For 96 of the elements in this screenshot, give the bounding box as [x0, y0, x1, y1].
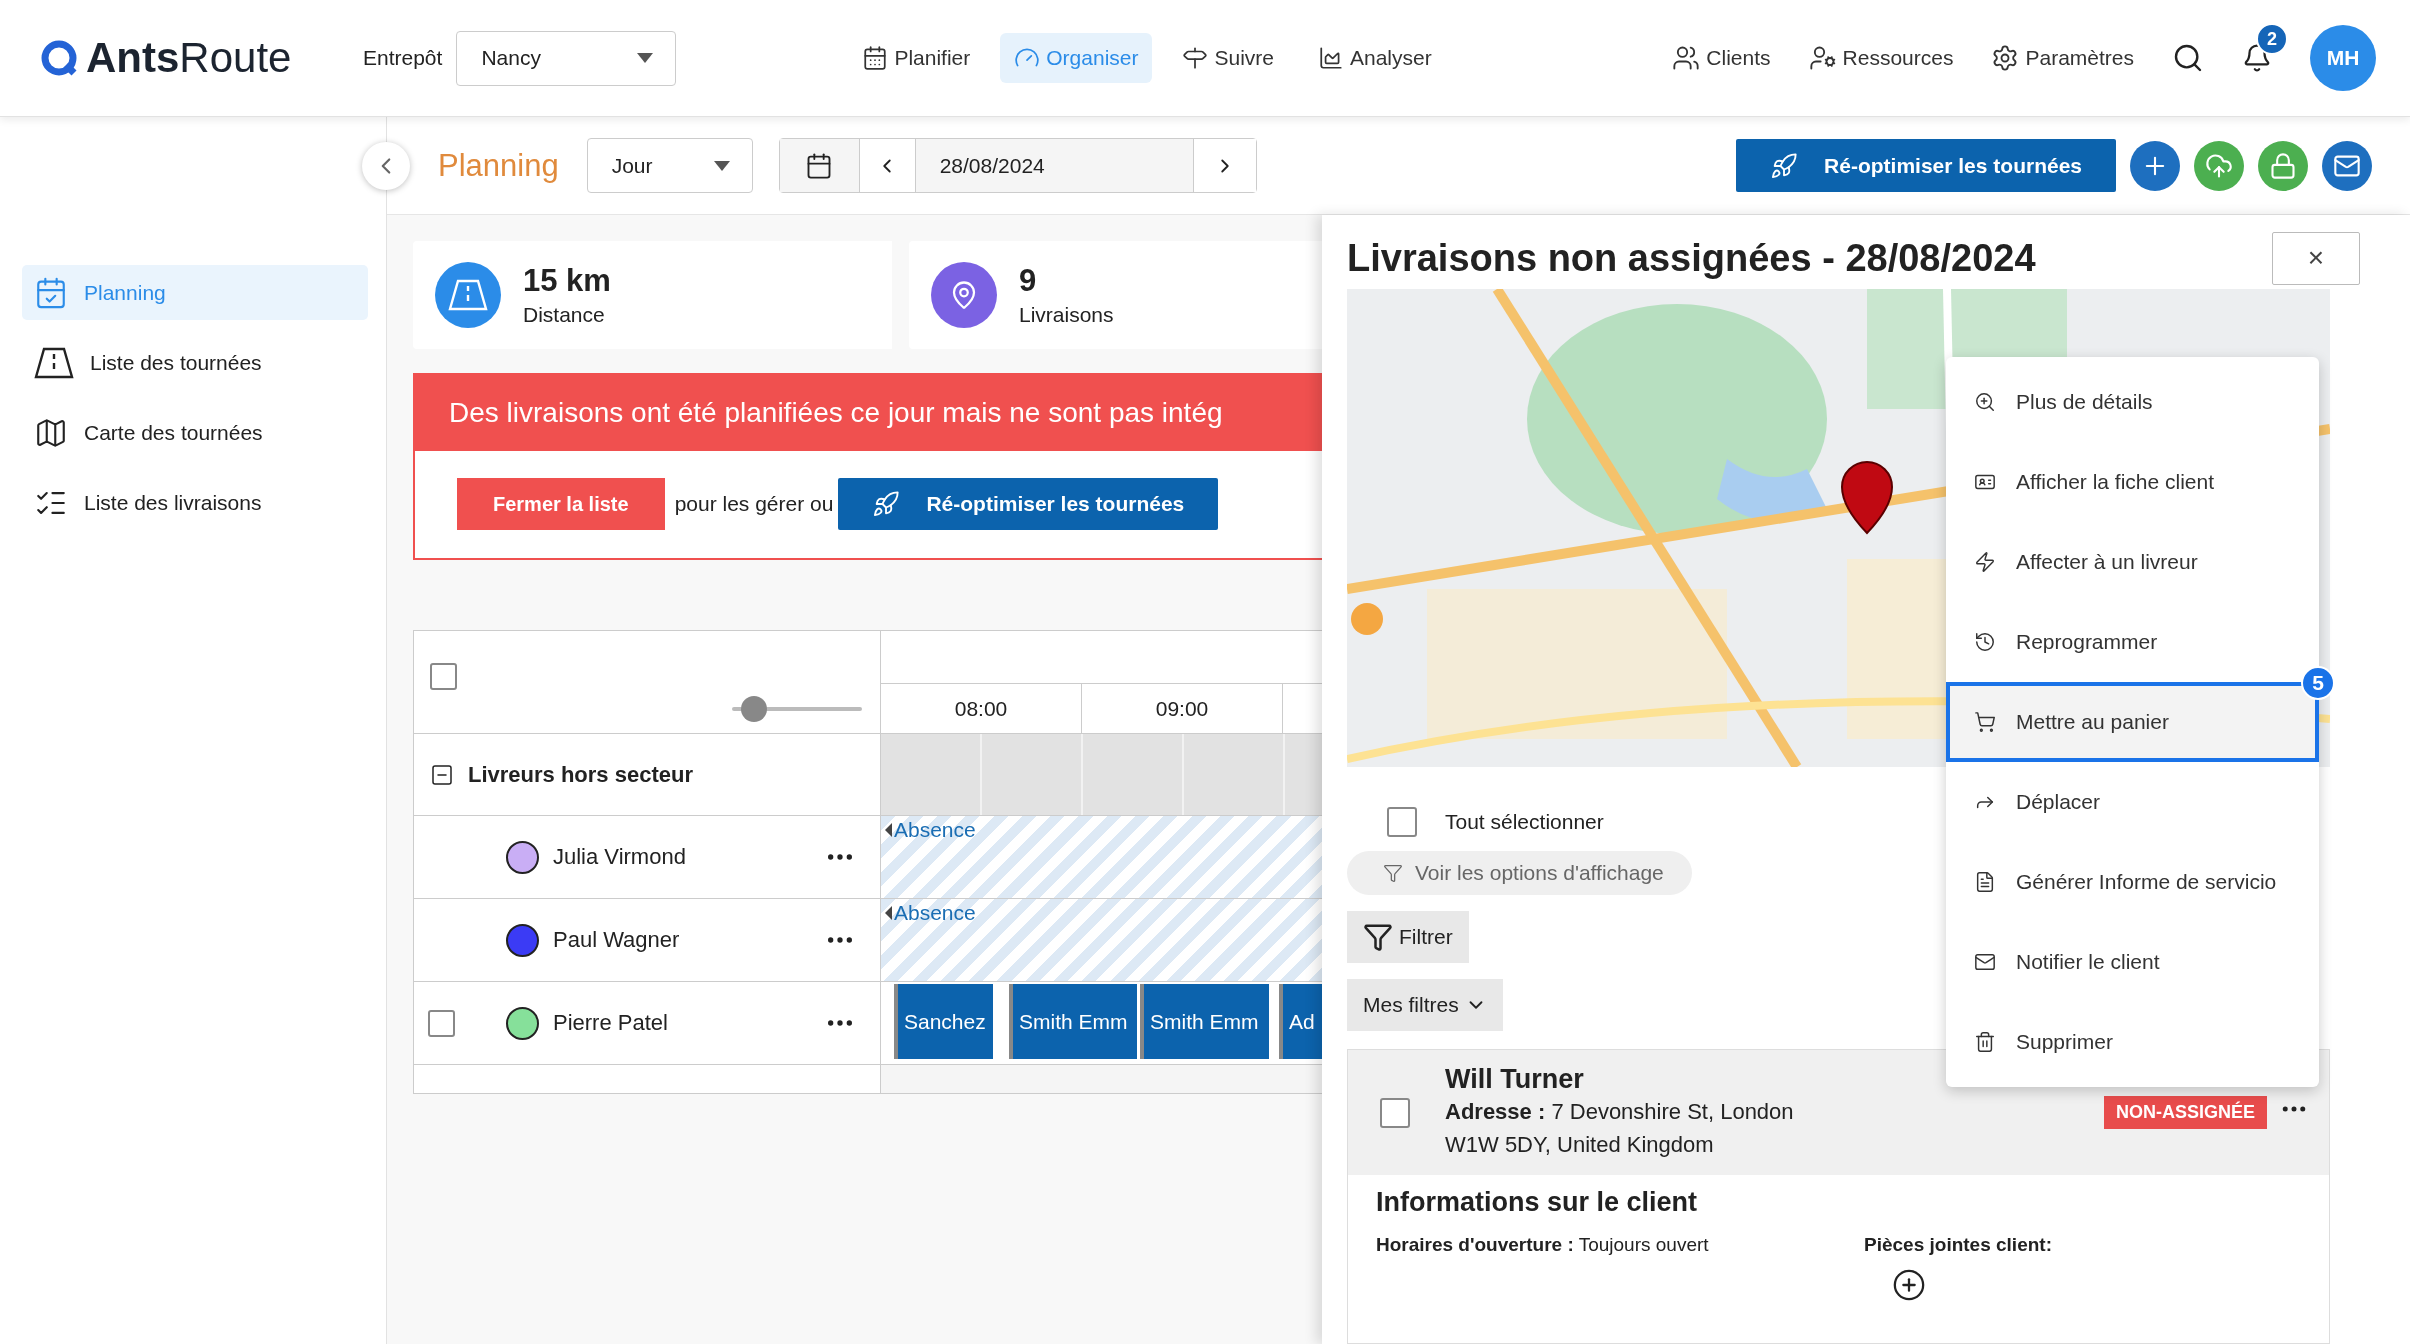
delivery-block[interactable]: Ad [1279, 984, 1322, 1059]
sidebar-item[interactable]: Liste des tournées [22, 335, 368, 390]
stat-label: Distance [523, 303, 606, 327]
trash-icon [1974, 1031, 1996, 1053]
sidebar-item[interactable]: Carte des tournées [22, 405, 368, 460]
notification-badge: 2 [2256, 23, 2288, 55]
nav-link[interactable]: Clients [1672, 44, 1771, 72]
cart-icon [1974, 711, 1996, 733]
cloud-upload-icon [2205, 151, 2233, 180]
client-name: Will Turner [1445, 1064, 1585, 1095]
reoptimize-button[interactable]: Ré-optimiser les tournées [838, 478, 1219, 530]
filter-button[interactable]: Filtrer [1347, 911, 1469, 963]
triangle-icon [885, 823, 892, 837]
section-title: Informations sur le client [1376, 1187, 1699, 1218]
stat-value: 9 [1019, 263, 1038, 299]
calendar-button[interactable] [779, 139, 860, 192]
nav-tab[interactable]: Suivre [1168, 33, 1288, 83]
date-field[interactable]: 28/08/2024 [915, 139, 1194, 192]
checkbox[interactable] [428, 1009, 455, 1037]
dropdown-icon [637, 53, 654, 63]
rocket-icon [872, 490, 901, 518]
select-all-label: Tout sélectionner [1445, 810, 1604, 834]
alert-text: pour les gérer ou [674, 492, 834, 516]
checkbox[interactable] [1380, 1097, 1410, 1128]
calendar-icon [862, 45, 889, 71]
filter-icon [1363, 922, 1393, 952]
my-filters-button[interactable]: Mes filtres [1347, 979, 1503, 1031]
document-icon [1974, 871, 1996, 893]
opening-hours-text: Horaires d'ouverture : Toujours ouvert [1376, 1234, 1710, 1257]
add-button[interactable] [2130, 140, 2180, 191]
triangle-icon [885, 906, 892, 920]
search-icon[interactable] [2172, 42, 2204, 74]
checkbox[interactable] [430, 663, 457, 690]
road-icon [34, 345, 74, 380]
user-gear-icon [1808, 44, 1837, 72]
menu-item[interactable]: Notifier le client [1946, 922, 2319, 1002]
lock-button[interactable] [2258, 140, 2308, 191]
stat-label: Livraisons [1019, 303, 1114, 327]
slider-thumb[interactable] [741, 696, 768, 722]
close-list-button[interactable]: Fermer la liste [457, 478, 665, 530]
upload-button[interactable] [2194, 140, 2244, 191]
logo-text: AntsRoute [86, 34, 292, 82]
delivery-block[interactable]: Smith Emm [1140, 984, 1269, 1059]
nav-tab[interactable]: Analyser [1304, 33, 1446, 83]
dropdown-icon [713, 160, 730, 171]
menu-item[interactable]: Afficher la fiche client [1946, 442, 2319, 522]
delivery-block[interactable]: Smith Emm [1009, 984, 1137, 1059]
checkbox[interactable] [1387, 807, 1417, 837]
rocket-icon [1770, 151, 1799, 180]
menu-item[interactable]: Plus de détails [1946, 362, 2319, 442]
hour-header: 09:00 [1082, 683, 1283, 733]
stat-value: 15 km [523, 263, 611, 299]
nav-link[interactable]: Ressources [1808, 44, 1954, 72]
driver-name: Paul Wagner [553, 927, 680, 953]
nav-tab[interactable]: Planifier [848, 33, 985, 83]
hour-header: 08:00 [881, 683, 1082, 733]
menu-item[interactable]: Supprimer [1946, 1002, 2319, 1082]
menu-item[interactable]: Déplacer [1946, 762, 2319, 842]
panel-title: Livraisons non assignées - 28/08/2024 [1347, 236, 2036, 280]
signpost-icon [1182, 45, 1209, 71]
calendar-check-icon [34, 275, 68, 310]
menu-item[interactable]: Générer Informe de servicio [1946, 842, 2319, 922]
view-select[interactable]: Jour [586, 138, 753, 193]
warehouse-label: Entrepôt [363, 46, 443, 70]
zoom-slider[interactable] [732, 695, 862, 723]
absence-label: Absence [885, 901, 976, 925]
collapse-icon[interactable] [430, 762, 454, 787]
history-icon [1974, 631, 1996, 653]
mail-button[interactable] [2322, 140, 2372, 191]
users-icon [1672, 44, 1701, 72]
display-options-button[interactable]: Voir les options d'affichage [1347, 851, 1692, 895]
lightning-icon [1974, 551, 1996, 573]
nav-link[interactable]: Paramètres [1991, 44, 2134, 72]
alert-message: Des livraisons ont été planifiées ce jour mais ne sont pas intég [415, 375, 1322, 451]
driver-name: Pierre Patel [553, 1010, 668, 1036]
chart-icon [1318, 45, 1344, 71]
absence-label: Absence [885, 818, 976, 842]
logo-icon [40, 39, 78, 77]
filter-icon [1383, 863, 1403, 883]
page-title: Planning [438, 147, 559, 184]
menu-item[interactable]: Affecter à un livreur [1946, 522, 2319, 602]
driver-name: Julia Virmond [553, 844, 686, 870]
zoom-icon [1974, 391, 1996, 413]
warehouse-select[interactable]: Nancy [456, 30, 677, 86]
group-label: Livreurs hors secteur [468, 761, 693, 788]
delivery-block[interactable]: Sanchez [894, 984, 993, 1059]
address-text: Adresse : 7 Devonshire St, London W1W 5DY, United Kingdom [1445, 1098, 1794, 1159]
attachments-label: Pièces jointes client: [1864, 1234, 2052, 1256]
reoptimize-button[interactable]: Ré-optimiser les tournées [1736, 139, 2116, 192]
close-button[interactable]: × [2272, 231, 2360, 285]
sidebar-item[interactable]: Liste des livraisons [22, 475, 368, 530]
bell-icon[interactable] [2242, 43, 2272, 73]
mail-icon [1974, 951, 1996, 973]
status-badge: NON-ASSIGNÉE [2103, 1096, 2267, 1129]
lock-icon [2269, 151, 2297, 180]
add-attachment-icon[interactable] [1892, 1268, 1926, 1302]
